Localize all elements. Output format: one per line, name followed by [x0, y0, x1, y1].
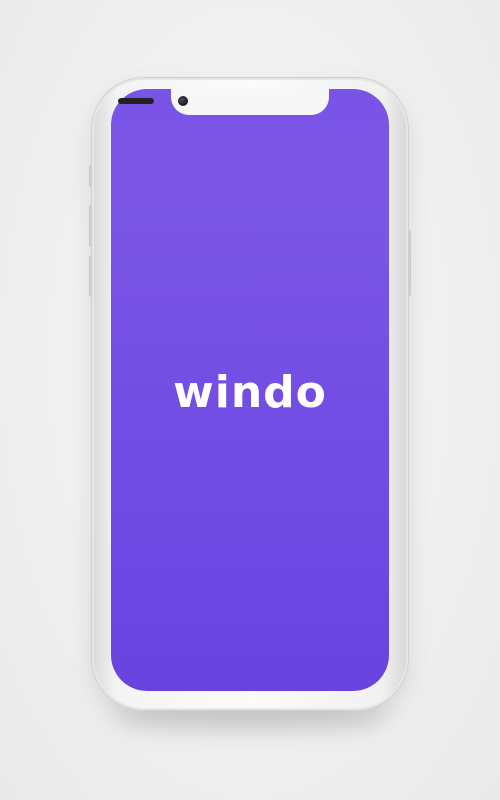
splash-screen: windo	[111, 89, 389, 691]
earpiece-speaker-icon	[118, 98, 154, 104]
notch	[171, 89, 329, 115]
front-camera-icon	[178, 96, 188, 106]
mockup-stage: windo	[0, 0, 500, 800]
app-logo: windo	[173, 367, 327, 418]
